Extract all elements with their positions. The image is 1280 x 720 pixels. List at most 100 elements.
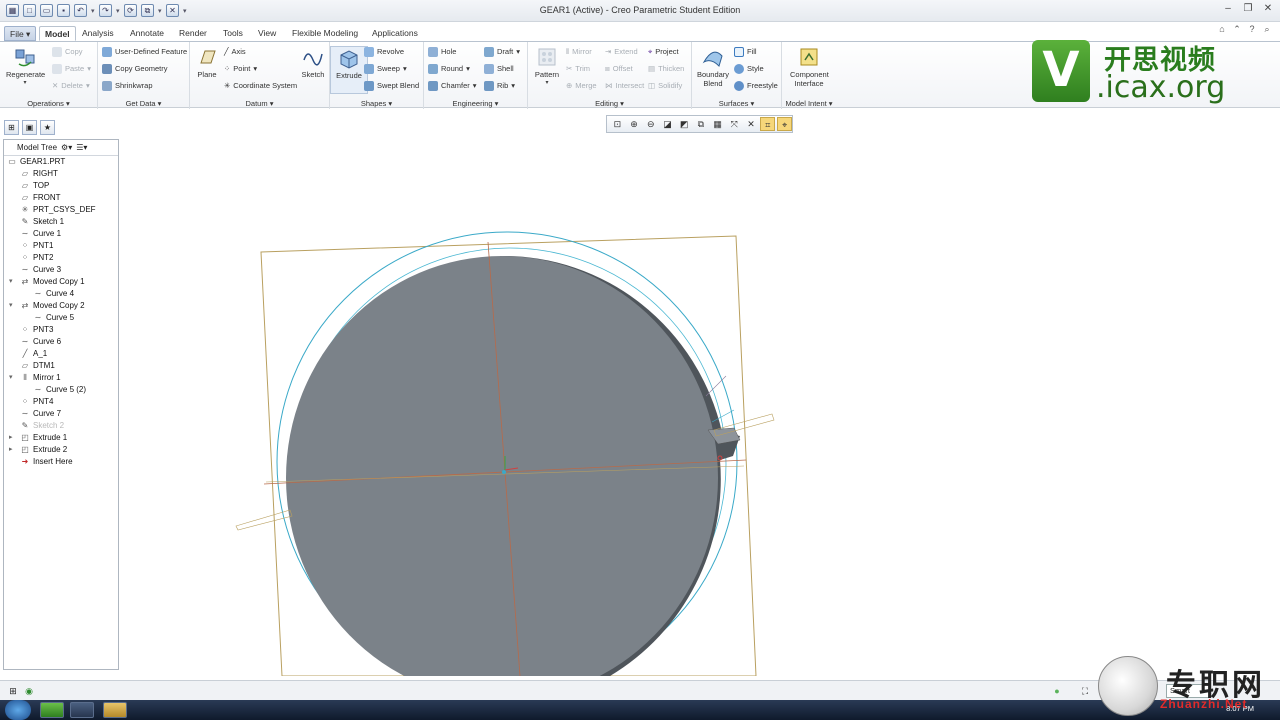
group-datum-label[interactable]: Datum ▾: [190, 99, 329, 108]
group-engineering-label[interactable]: Engineering ▾: [424, 99, 527, 108]
tab-applications[interactable]: Applications: [367, 26, 423, 41]
shrinkwrap-button[interactable]: Shrinkwrap: [102, 80, 153, 92]
search-icon[interactable]: ⌕: [1262, 24, 1272, 34]
regenerate-dropdown-icon[interactable]: ▾: [6, 79, 44, 86]
project-button[interactable]: ⌖ Project: [648, 46, 679, 58]
round-button[interactable]: Round ▾: [428, 63, 470, 75]
zoom-out-icon[interactable]: ⊖: [643, 117, 658, 131]
restore-icon[interactable]: ❐: [1242, 3, 1254, 15]
freestyle-button[interactable]: Freestyle: [734, 80, 778, 92]
taskbar-creo-app[interactable]: [40, 702, 64, 718]
tree-item[interactable]: ▱ FRONT: [4, 192, 118, 204]
group-model-intent-label[interactable]: Model Intent ▾: [782, 99, 836, 108]
hole-button[interactable]: Hole: [428, 46, 456, 58]
tree-item[interactable]: ∼ Curve 5 (2): [4, 384, 118, 396]
tree-item[interactable]: ▾ ⫴ Mirror 1: [4, 372, 118, 384]
component-interface-button[interactable]: Component Interface: [790, 46, 829, 88]
tree-settings-icon[interactable]: ⚙▾: [61, 143, 72, 152]
group-editing-label[interactable]: Editing ▾: [528, 99, 691, 108]
tree-item[interactable]: ∼ Curve 4: [4, 288, 118, 300]
group-shapes-label[interactable]: Shapes ▾: [330, 99, 423, 108]
trim-button[interactable]: ✂ Trim: [566, 63, 590, 75]
chamfer-button[interactable]: Chamfer ▾: [428, 80, 477, 92]
tab-model[interactable]: Model: [39, 26, 76, 41]
regenerate-button[interactable]: Regenerate ▾: [6, 46, 45, 86]
show-navigator-icon[interactable]: ⊞: [6, 684, 20, 698]
pattern-dropdown-icon[interactable]: ▾: [528, 79, 566, 86]
shell-button[interactable]: Shell: [484, 63, 514, 75]
swept-blend-button[interactable]: Swept Blend: [364, 80, 419, 92]
fill-button[interactable]: Fill: [734, 46, 757, 58]
group-get-data-label[interactable]: Get Data ▾: [98, 99, 189, 108]
draft-button[interactable]: Draft ▾: [484, 46, 520, 58]
tree-collapse-icon[interactable]: ▾: [9, 300, 13, 312]
tree-collapse-icon[interactable]: ▾: [9, 276, 13, 288]
mirror-button[interactable]: ⫴ Mirror: [566, 46, 592, 58]
tree-item[interactable]: ∼ Curve 5: [4, 312, 118, 324]
tree-item[interactable]: ▭ GEAR1.PRT: [4, 156, 118, 168]
revolve-button[interactable]: Revolve: [364, 46, 404, 58]
tree-item[interactable]: ∼ Curve 6: [4, 336, 118, 348]
group-operations-label[interactable]: Operations ▾: [0, 99, 97, 108]
tab-tools[interactable]: Tools: [218, 26, 248, 41]
style-button[interactable]: Style: [734, 63, 764, 75]
zoom-in-icon[interactable]: ⊕: [627, 117, 642, 131]
tree-expand-icon[interactable]: ▸: [9, 444, 13, 456]
display-style-icon[interactable]: ◩: [677, 117, 692, 131]
tree-item[interactable]: ⁘ PNT4: [4, 396, 118, 408]
merge-button[interactable]: ⊕ Merge: [566, 80, 597, 92]
tree-item[interactable]: ∼ Curve 3: [4, 264, 118, 276]
paste-button[interactable]: Paste ▾: [52, 63, 91, 75]
tab-file[interactable]: File ▾: [4, 26, 37, 41]
layout-icon[interactable]: ⌂: [1217, 24, 1227, 34]
plane-button[interactable]: Plane: [188, 46, 226, 79]
solidify-button[interactable]: ◫ Solidify: [648, 80, 682, 92]
coordinate-system-button[interactable]: ✳ Coordinate System: [224, 80, 297, 92]
annotation-display-icon[interactable]: ✕: [744, 117, 759, 131]
sweep-button[interactable]: Sweep ▾: [364, 63, 407, 75]
help-icon[interactable]: ?: [1247, 24, 1257, 34]
view-manager-icon[interactable]: ▦: [710, 117, 725, 131]
tree-collapse-icon[interactable]: ▾: [9, 372, 13, 384]
minimize-ribbon-icon[interactable]: ⌃: [1232, 24, 1242, 34]
tab-analysis[interactable]: Analysis: [77, 26, 119, 41]
repaint-icon[interactable]: ◪: [660, 117, 675, 131]
tree-item[interactable]: ✎ Sketch 1: [4, 216, 118, 228]
user-defined-feature-button[interactable]: User-Defined Feature: [102, 46, 187, 58]
tree-item[interactable]: ⁘ PNT1: [4, 240, 118, 252]
datum-display-filters-icon[interactable]: ⌗: [760, 117, 776, 131]
tree-item[interactable]: ╱ A_1: [4, 348, 118, 360]
group-surfaces-label[interactable]: Surfaces ▾: [692, 99, 781, 108]
tree-item[interactable]: ▸ ◰ Extrude 2: [4, 444, 118, 456]
thicken-button[interactable]: ▤ Thicken: [648, 63, 684, 75]
axis-button[interactable]: ╱ Axis: [224, 46, 246, 58]
boundary-blend-button[interactable]: Boundary Blend: [694, 46, 732, 88]
close-icon[interactable]: ✕: [1262, 3, 1274, 15]
start-button[interactable]: [5, 700, 31, 720]
tree-item[interactable]: ▱ RIGHT: [4, 168, 118, 180]
taskbar-window-switcher[interactable]: [70, 702, 94, 718]
tab-render[interactable]: Render: [174, 26, 212, 41]
find-icon[interactable]: ⛶: [1078, 684, 1092, 698]
extrude-button[interactable]: Extrude: [330, 46, 368, 94]
browser-toggle-icon[interactable]: ◉: [22, 684, 36, 698]
tab-flexible-modeling[interactable]: Flexible Modeling: [287, 26, 363, 41]
tree-filter-icon[interactable]: ☰▾: [76, 143, 87, 152]
refit-icon[interactable]: ⊡: [610, 117, 625, 131]
point-button[interactable]: ⁘ Point ▾: [224, 63, 257, 75]
copy-button[interactable]: Copy: [52, 46, 83, 58]
model-tree-tab-icon[interactable]: ⊞: [4, 120, 19, 135]
tree-expand-icon[interactable]: ▸: [9, 432, 13, 444]
sketch-button[interactable]: Sketch: [294, 46, 332, 79]
favorites-icon[interactable]: ★: [40, 120, 55, 135]
graphics-window[interactable]: [120, 135, 1280, 676]
tree-item[interactable]: ✎ Sketch 2: [4, 420, 118, 432]
offset-button[interactable]: ⧈ Offset: [605, 63, 633, 75]
minimize-icon[interactable]: –: [1222, 3, 1234, 15]
tree-item[interactable]: ▸ ◰ Extrude 1: [4, 432, 118, 444]
tree-item[interactable]: ∼ Curve 7: [4, 408, 118, 420]
extend-button[interactable]: ⇥ Extend: [605, 46, 638, 58]
intersect-button[interactable]: ⋈ Intersect: [605, 80, 644, 92]
perspective-icon[interactable]: ⤧: [727, 117, 742, 131]
tree-item[interactable]: ➜ Insert Here: [4, 456, 118, 468]
